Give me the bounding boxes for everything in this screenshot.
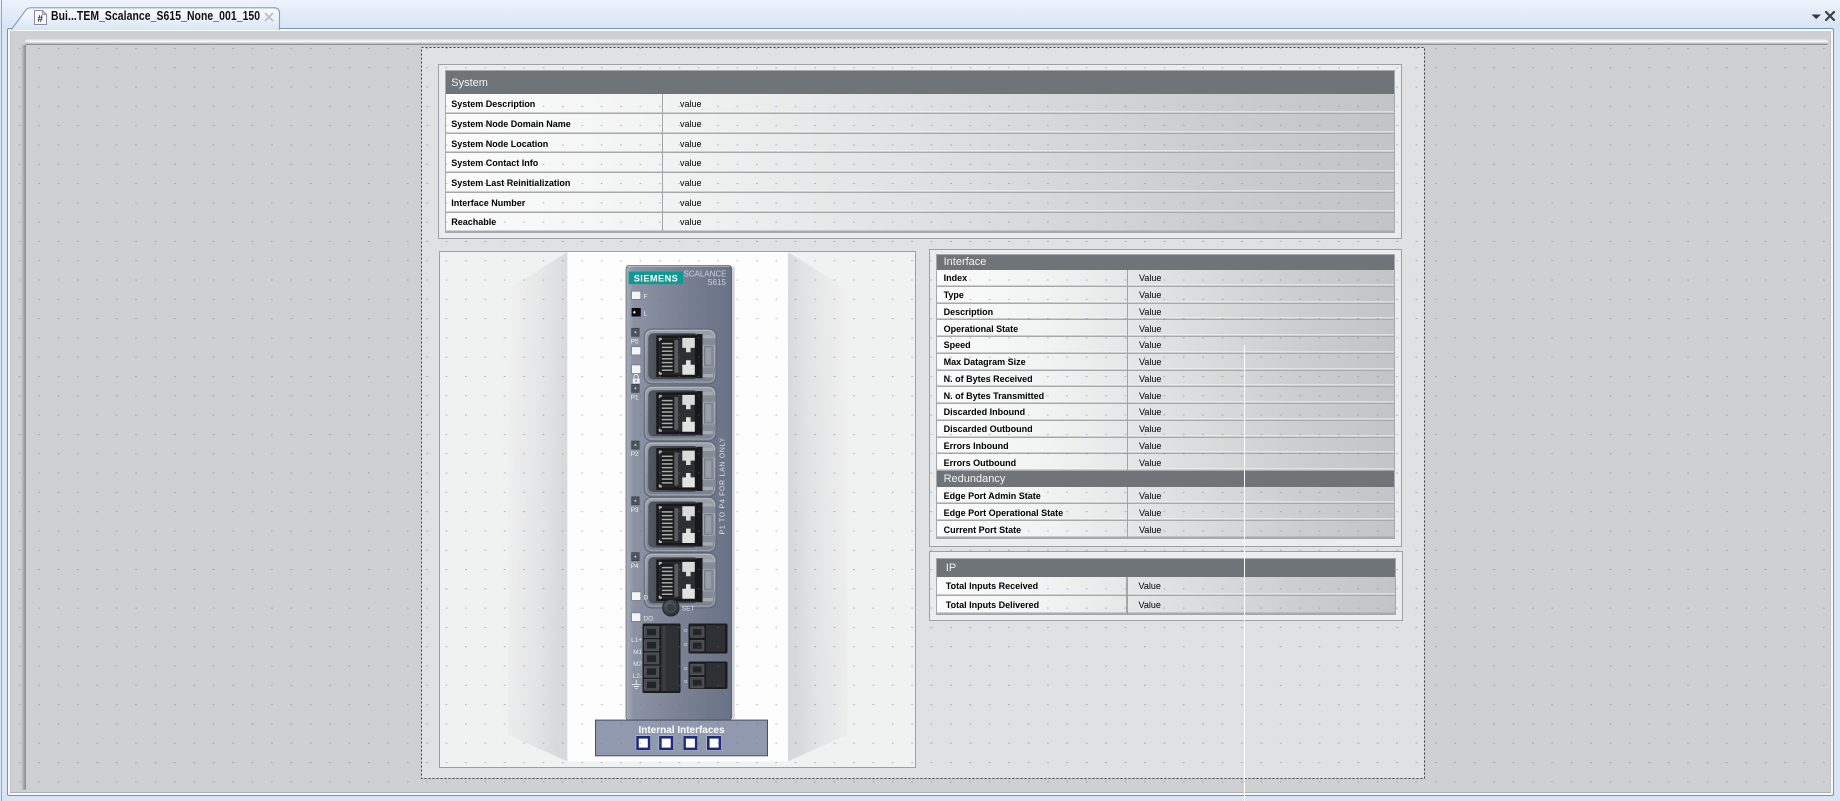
svg-text:M2: M2 <box>633 661 642 668</box>
svg-text:O: O <box>683 642 687 647</box>
svg-text:L2-: L2- <box>632 673 641 680</box>
svg-text:D: D <box>684 679 688 684</box>
svg-text:M1: M1 <box>633 649 642 656</box>
svg-text:#: # <box>37 14 43 25</box>
svg-text:L1+: L1+ <box>631 637 642 644</box>
svg-text:O: O <box>683 628 687 633</box>
svg-text:D: D <box>684 666 688 671</box>
svg-text:Internal Interfaces: Internal Interfaces <box>638 725 724 736</box>
